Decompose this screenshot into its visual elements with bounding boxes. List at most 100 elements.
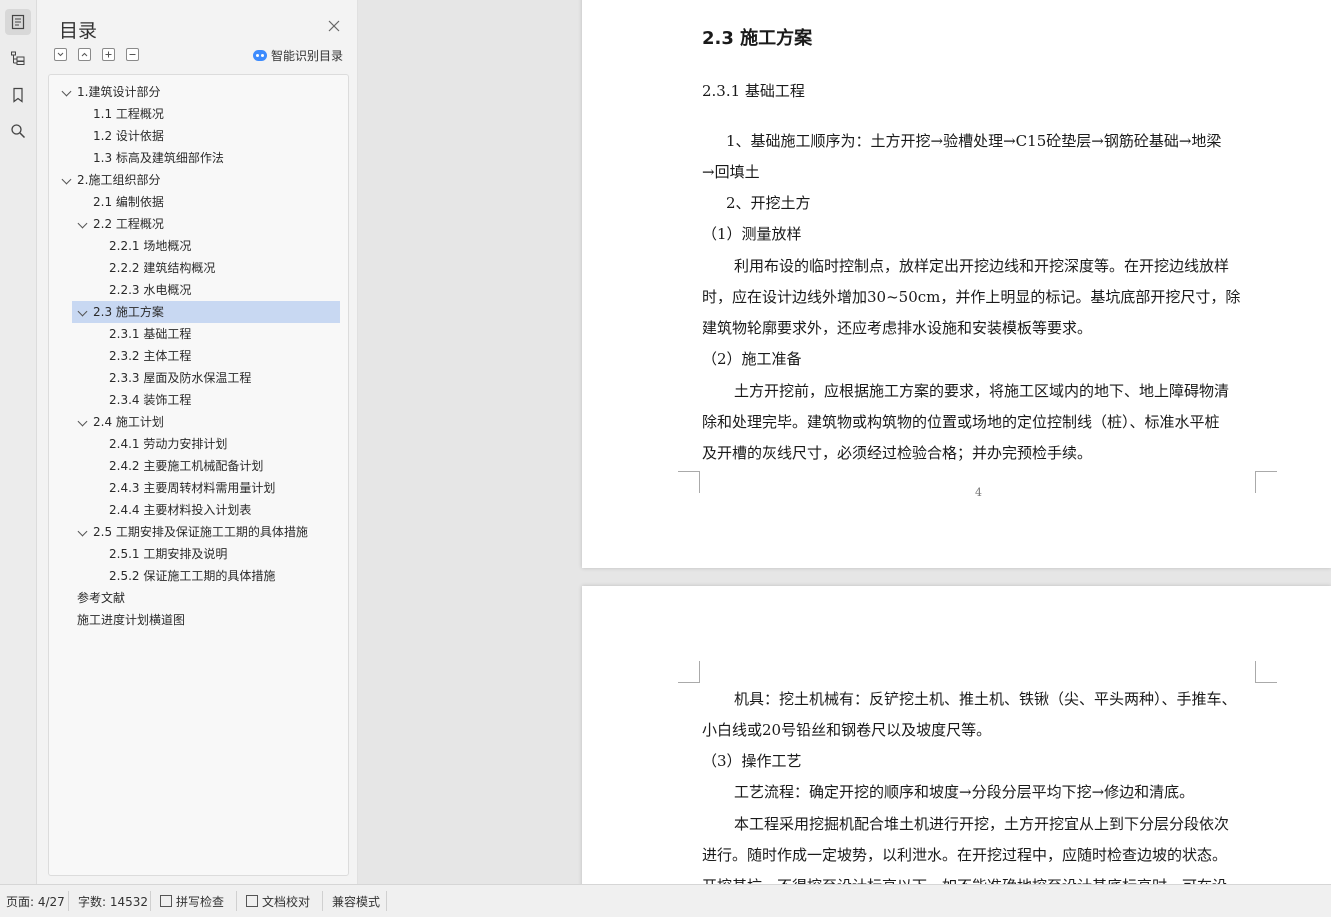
paragraph-line: 进行。随时作成一定坡势，以利泄水。在开挖过程中，应随时检查边坡的状态。 (702, 846, 1228, 864)
paragraph-line: 除和处理完毕。建筑物或构筑物的位置或场地的定位控制线（桩）、标准水平桩 (702, 413, 1220, 431)
smart-toc-label: 智能识别目录 (271, 49, 344, 63)
document-page[interactable]: 机具：挖土机械有：反铲挖土机、推土机、铁锹（尖、平头两种）、手推车、 小白线或2… (582, 586, 1331, 884)
toc-item[interactable]: 1.建筑设计部分 (61, 81, 161, 103)
toc-item-label: 2.1 编制依据 (93, 195, 164, 209)
toc-item[interactable]: 2.4.1 劳动力安排计划 (109, 433, 227, 455)
word-count[interactable]: 字数: 14532 (78, 893, 148, 910)
paragraph-line: 1、基础施工顺序为：土方开挖→验槽处理→C15砼垫层→钢筋砼基础→地梁 (726, 132, 1222, 150)
smart-recognize-icon (253, 50, 267, 61)
paragraph-line: 及开槽的灰线尺寸，必须经过检验合格；并办完预检手续。 (702, 444, 1093, 462)
toc-item[interactable]: 2.施工组织部分 (61, 169, 161, 191)
paragraph-line: 土方开挖前，应根据施工方案的要求，将施工区域内的地下、地上障碍物清 (734, 382, 1230, 400)
proof-icon (246, 895, 258, 907)
toc-item-label: 2.2.3 水电概况 (109, 283, 192, 297)
toc-item-label: 2.2.2 建筑结构概况 (109, 261, 216, 275)
toc-item-label: 2.5.2 保证施工工期的具体措施 (109, 569, 276, 583)
collapse-all-icon[interactable] (78, 48, 91, 61)
paragraph-line: 本工程采用挖掘机配合堆土机进行开挖，土方开挖宜从上到下分层分段依次 (734, 815, 1230, 833)
paragraph-line: （3）操作工艺 (702, 752, 802, 770)
toc-item-label: 1.1 工程概况 (93, 107, 164, 121)
toc-item[interactable]: 2.5.1 工期安排及说明 (109, 543, 227, 565)
page-number: 4 (975, 486, 982, 499)
subsection-heading: 2.3.1 基础工程 (702, 82, 805, 100)
section-heading: 2.3 施工方案 (702, 28, 813, 49)
toc-item[interactable]: 2.2.1 场地概况 (109, 235, 191, 257)
search-icon[interactable] (5, 118, 31, 144)
toc-item[interactable]: 2.4.2 主要施工机械配备计划 (109, 455, 263, 477)
status-divider (386, 891, 387, 911)
toc-item-label: 2.4.2 主要施工机械配备计划 (109, 459, 264, 473)
toc-item-label: 2.3.4 装饰工程 (109, 393, 192, 407)
document-page[interactable]: 2.3 施工方案 2.3.1 基础工程 1、基础施工顺序为：土方开挖→验槽处理→… (582, 0, 1331, 568)
toc-item-label: 2.5.1 工期安排及说明 (109, 547, 228, 561)
status-divider (236, 891, 237, 911)
toc-item-label: 2.3.2 主体工程 (109, 349, 192, 363)
toc-item-label: 2.5 工期安排及保证施工工期的具体措施 (93, 525, 308, 539)
toc-item[interactable]: 2.3.2 主体工程 (109, 345, 191, 367)
toc-item[interactable]: 2.4.4 主要材料投入计划表 (109, 499, 251, 521)
margin-corner-mark (1255, 471, 1277, 493)
paragraph-line: 小白线或20号铅丝和钢卷尺以及坡度尺等。 (702, 721, 992, 739)
paragraph-line: （1）测量放样 (702, 225, 802, 243)
toc-item-label: 2.2.1 场地概况 (109, 239, 192, 253)
paragraph-line: 2、开挖土方 (726, 194, 811, 212)
bookmark-icon[interactable] (5, 82, 31, 108)
margin-corner-mark (1255, 661, 1277, 683)
doc-proof-label: 文档校对 (262, 895, 311, 909)
close-icon[interactable] (327, 18, 341, 32)
expand-all-icon[interactable] (54, 48, 67, 61)
paragraph-line: 开挖基坑，不得挖至设计标高以下，如不能准确地挖至设计基底标高时，可在设 (702, 875, 1227, 884)
toc-item-label: 2.4 施工计划 (93, 415, 164, 429)
compat-mode-label: 兼容模式 (332, 895, 381, 909)
toc-item[interactable]: 2.5 工期安排及保证施工工期的具体措施 (77, 521, 308, 543)
page-indicator[interactable]: 页面: 4/27 (6, 893, 65, 910)
toc-item[interactable]: 2.3.3 屋面及防水保温工程 (109, 367, 251, 389)
outline-icon[interactable] (5, 45, 31, 71)
toc-item[interactable]: 施工进度计划横道图 (77, 609, 185, 631)
remove-item-icon[interactable] (126, 48, 139, 61)
toc-item-label: 2.2 工程概况 (93, 217, 164, 231)
smart-toc-button[interactable]: 智能识别目录 (253, 47, 343, 64)
spell-check-label: 拼写检查 (176, 895, 225, 909)
paragraph-line: （2）施工准备 (702, 350, 802, 368)
toc-panel: 目录 智能识别目录 1.建筑设计部分 1.1 工程概况 1.2 设计依据 1.3… (37, 0, 358, 884)
toc-item[interactable]: 1.3 标高及建筑细部作法 (93, 147, 224, 169)
toc-panel-title: 目录 (59, 20, 98, 42)
toc-tree: 1.建筑设计部分 1.1 工程概况 1.2 设计依据 1.3 标高及建筑细部作法… (48, 74, 349, 876)
paragraph-line: 工艺流程：确定开挖的顺序和坡度→分段分层平均下挖→修边和清底。 (734, 783, 1195, 801)
toc-item-label: 2.3.1 基础工程 (109, 327, 192, 341)
toc-item[interactable]: 2.2 工程概况 (77, 213, 164, 235)
toc-item-label: 施工进度计划横道图 (77, 613, 186, 627)
toc-icon[interactable] (5, 9, 31, 35)
toc-item[interactable]: 2.2.2 建筑结构概况 (109, 257, 215, 279)
paragraph-line: →回填土 (702, 163, 760, 181)
toc-item[interactable]: 2.5.2 保证施工工期的具体措施 (109, 565, 275, 587)
add-item-icon[interactable] (102, 48, 115, 61)
toc-item[interactable]: 2.2.3 水电概况 (109, 279, 191, 301)
left-icon-rail (0, 0, 37, 884)
margin-corner-mark (678, 661, 700, 683)
toc-item[interactable]: 参考文献 (77, 587, 125, 609)
toc-item-label: 1.3 标高及建筑细部作法 (93, 151, 224, 165)
toc-item[interactable]: 2.4.3 主要周转材料需用量计划 (109, 477, 275, 499)
doc-proof-button[interactable]: 文档校对 (246, 893, 310, 910)
document-area[interactable]: 2.3 施工方案 2.3.1 基础工程 1、基础施工顺序为：土方开挖→验槽处理→… (358, 0, 1331, 884)
toc-item[interactable]: 2.3.1 基础工程 (109, 323, 191, 345)
toc-item-label: 2.4.1 劳动力安排计划 (109, 437, 228, 451)
paragraph-line: 利用布设的临时控制点，放样定出开挖边线和开挖深度等。在开挖边线放样 (734, 257, 1230, 275)
paragraph-line: 时，应在设计边线外增加30~50cm，并作上明显的标记。基坑底部开挖尺寸，除 (702, 288, 1241, 306)
toc-item-selected[interactable]: 2.3 施工方案 (72, 301, 340, 323)
toc-item-label: 1.建筑设计部分 (77, 85, 161, 99)
toc-item-label: 参考文献 (77, 591, 126, 605)
toc-item-label: 2.4.4 主要材料投入计划表 (109, 503, 252, 517)
toc-item[interactable]: 2.1 编制依据 (93, 191, 164, 213)
toc-item[interactable]: 2.3.4 装饰工程 (109, 389, 191, 411)
toc-item[interactable]: 1.1 工程概况 (93, 103, 164, 125)
toc-item-label: 2.3.3 屋面及防水保温工程 (109, 371, 252, 385)
paragraph-line: 机具：挖土机械有：反铲挖土机、推土机、铁锹（尖、平头两种）、手推车、 (734, 690, 1237, 708)
toc-item[interactable]: 1.2 设计依据 (93, 125, 164, 147)
toc-item[interactable]: 2.4 施工计划 (77, 411, 164, 433)
toc-item-label: 2.施工组织部分 (77, 173, 161, 187)
spell-check-button[interactable]: 拼写检查 (160, 893, 224, 910)
toc-item-label: 2.4.3 主要周转材料需用量计划 (109, 481, 276, 495)
